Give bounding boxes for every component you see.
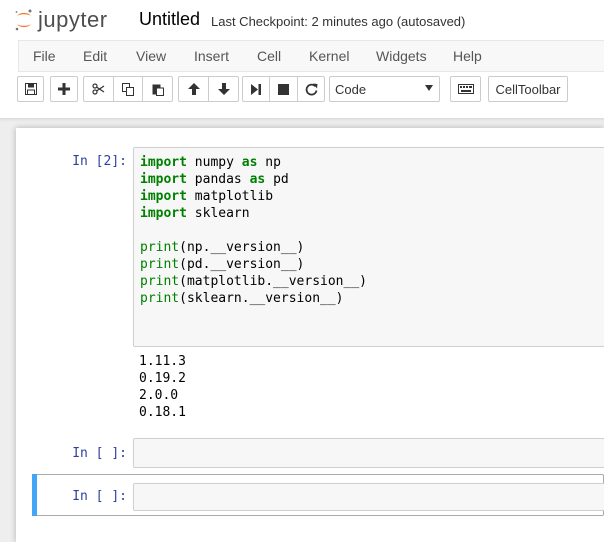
refresh-icon (305, 83, 317, 95)
toolbar: Code CellToolbar (0, 72, 604, 112)
menu-view[interactable]: View (136, 48, 166, 64)
code-line: import sklearn (140, 205, 604, 222)
code-input-area[interactable] (133, 483, 604, 511)
code-token: print (140, 257, 180, 272)
menu-file[interactable]: File (33, 48, 56, 64)
code-token: as (249, 172, 266, 187)
input-prompt: In [ ]: (72, 446, 127, 461)
code-token: np (257, 155, 281, 170)
menu-insert[interactable]: Insert (194, 48, 229, 64)
jupyter-logo[interactable]: jupyter (14, 7, 108, 33)
notebook-title[interactable]: Untitled (139, 9, 200, 30)
code-line: import matplotlib (140, 188, 604, 205)
input-prompt: In [ ]: (72, 489, 127, 504)
cell-output: 1.11.3 0.19.2 2.0.0 0.18.1 (139, 353, 186, 421)
arrow-up-icon (187, 83, 200, 95)
menu-help[interactable]: Help (453, 48, 482, 64)
cut-button[interactable] (83, 76, 114, 102)
code-token: pandas (186, 172, 250, 187)
code-token: (pd.__version__) (179, 257, 305, 272)
code-token: import (140, 172, 187, 187)
output-line: 1.11.3 (139, 354, 186, 369)
plus-icon (58, 83, 70, 95)
interrupt-kernel-button[interactable] (269, 76, 298, 102)
code-token: import (140, 189, 187, 204)
keyboard-icon (457, 84, 474, 94)
celltoolbar-button[interactable]: CellToolbar (488, 76, 568, 102)
paste-button[interactable] (142, 76, 173, 102)
arrow-down-icon (217, 83, 230, 95)
header: jupyter Untitled Last Checkpoint: 2 minu… (0, 0, 604, 122)
move-up-button[interactable] (178, 76, 209, 102)
output-line: 2.0.0 (139, 388, 179, 403)
code-token: print (140, 291, 180, 306)
code-token: (sklearn.__version__) (179, 291, 344, 306)
notebook-container: In [2]: import numpy as np import pandas … (16, 128, 604, 542)
menu-widgets[interactable]: Widgets (376, 48, 427, 64)
code-token: pd (265, 172, 289, 187)
code-token: matplotlib (186, 189, 274, 204)
save-button[interactable] (17, 76, 44, 102)
dropdown-arrow-icon (425, 85, 433, 91)
code-line: import numpy as np (140, 154, 604, 171)
code-token: import (140, 206, 187, 221)
paste-icon (152, 84, 164, 96)
code-token: as (241, 155, 258, 170)
code-editor[interactable]: import numpy as np import pandas as pd imp… (134, 148, 604, 307)
code-line: print(sklearn.__version__) (140, 290, 604, 307)
code-line: import pandas as pd (140, 171, 604, 188)
code-line: print(pd.__version__) (140, 256, 604, 273)
checkpoint-status: Last Checkpoint: 2 minutes ago (autosave… (211, 14, 466, 29)
logo-text: jupyter (38, 7, 108, 32)
menu-kernel[interactable]: Kernel (309, 48, 349, 64)
code-cell-selected[interactable]: In [ ]: (32, 474, 604, 516)
menu-cell[interactable]: Cell (257, 48, 281, 64)
code-token: (matplotlib.__version__) (179, 274, 367, 289)
code-line: print(matplotlib.__version__) (140, 273, 604, 290)
stop-icon (278, 83, 289, 95)
code-input-area[interactable]: import numpy as np import pandas as pd imp… (133, 147, 604, 347)
save-icon (24, 83, 37, 95)
code-token: print (140, 240, 180, 255)
code-input-area[interactable] (133, 438, 604, 468)
cell-type-select[interactable]: Code (329, 76, 440, 102)
input-prompt: In [2]: (72, 154, 127, 169)
cell-type-value: Code (335, 81, 367, 97)
restart-kernel-button[interactable] (297, 76, 325, 102)
menu-edit[interactable]: Edit (83, 48, 107, 64)
run-cell-button[interactable] (242, 76, 270, 102)
move-down-button[interactable] (208, 76, 239, 102)
code-line: print(np.__version__) (140, 239, 604, 256)
scissors-icon (92, 83, 105, 95)
code-token: sklearn (186, 206, 250, 221)
code-token: import (140, 155, 187, 170)
output-line: 0.18.1 (139, 405, 186, 420)
code-token: (np.__version__) (179, 240, 305, 255)
copy-icon (122, 82, 134, 96)
jupyter-logo-icon (15, 9, 32, 31)
copy-button[interactable] (113, 76, 143, 102)
command-palette-button[interactable] (450, 76, 481, 102)
output-line: 0.19.2 (139, 371, 186, 386)
menubar: File Edit View Insert Cell Kernel Widget… (18, 40, 604, 72)
header-shadow (0, 118, 604, 122)
insert-cell-button[interactable] (50, 76, 78, 102)
code-token: print (140, 274, 180, 289)
step-forward-icon (251, 83, 261, 95)
code-token: numpy (186, 155, 242, 170)
